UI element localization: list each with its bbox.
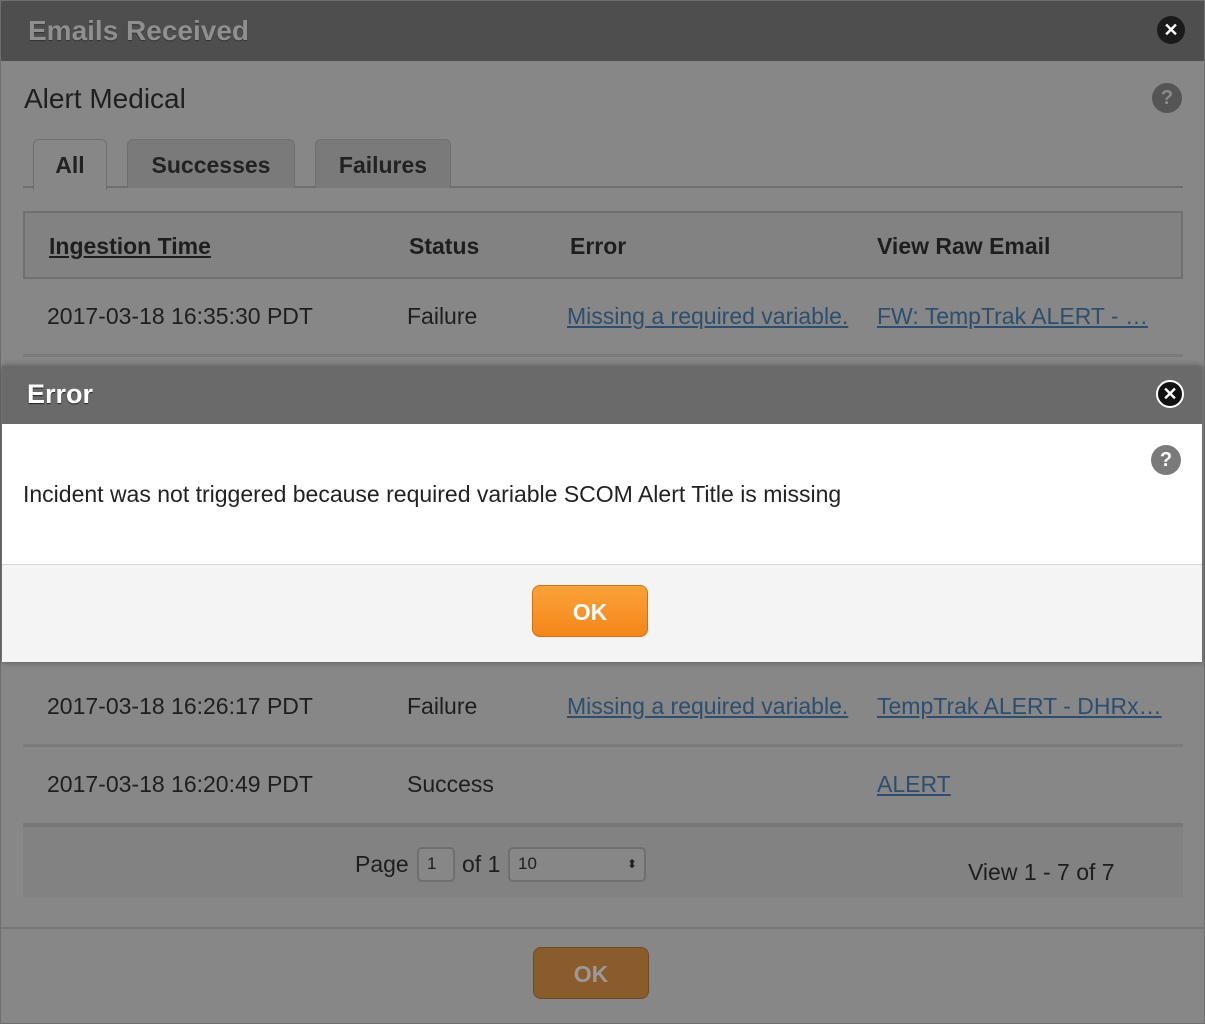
tab-successes[interactable]: Successes (127, 139, 295, 188)
error-dialog: Error ✕ ? Incident was not triggered bec… (2, 366, 1202, 662)
status: Failure (407, 693, 478, 719)
error-dialog-header: Error ✕ (2, 366, 1202, 424)
column-ingestion-time[interactable]: Ingestion Time (49, 233, 211, 260)
column-error: Error (570, 233, 627, 259)
error-dialog-body: ? Incident was not triggered because req… (2, 424, 1202, 565)
view-range: View 1 - 7 of 7 (968, 859, 1115, 885)
table-row: 2017-03-18 16:35:30 PDT Failure Missing … (23, 279, 1183, 357)
table-row: 2017-03-18 16:26:17 PDT Failure Missing … (23, 669, 1183, 747)
column-view-raw-email: View Raw Email (877, 233, 1051, 259)
ok-button[interactable]: OK (532, 585, 648, 637)
error-link[interactable]: Missing a required variable. (567, 303, 848, 330)
ingestion-time: 2017-03-18 16:35:30 PDT (47, 303, 313, 329)
pagination: Page 1 of 1 10 ⬍ View 1 - 7 of 7 (23, 823, 1183, 898)
tab-failures[interactable]: Failures (315, 139, 451, 188)
integration-name: Alert Medical (24, 83, 186, 114)
help-icon[interactable]: ? (1152, 83, 1182, 113)
error-link[interactable]: Missing a required variable. (567, 693, 848, 720)
column-status: Status (409, 233, 480, 259)
error-message: Incident was not triggered because requi… (23, 481, 842, 507)
raw-email-link[interactable]: FW: TempTrak ALERT - … (877, 303, 1148, 330)
table-row: 2017-03-18 16:20:49 PDT Success ALERT (23, 747, 1183, 825)
page-label: Page (355, 851, 409, 877)
page-count: of 1 (462, 851, 501, 877)
tab-bar: All Successes Failures (23, 139, 1183, 190)
dialog-header: Emails Received ✕ (1, 1, 1204, 61)
page-size-value: 10 (518, 854, 537, 873)
page-input[interactable]: 1 (417, 847, 455, 882)
raw-email-link[interactable]: TempTrak ALERT - DHRx… (877, 693, 1162, 720)
close-icon[interactable]: ✕ (1157, 16, 1185, 44)
table-header: Ingestion Time Status Error View Raw Ema… (23, 211, 1183, 279)
status: Failure (407, 303, 478, 329)
help-icon[interactable]: ? (1151, 445, 1181, 475)
close-icon[interactable]: ✕ (1156, 380, 1184, 408)
status: Success (407, 771, 494, 797)
ingestion-time: 2017-03-18 16:26:17 PDT (47, 693, 313, 719)
ingestion-time: 2017-03-18 16:20:49 PDT (47, 771, 313, 797)
ok-button[interactable]: OK (533, 947, 649, 999)
dialog-footer (1, 927, 1205, 929)
error-dialog-title: Error (27, 379, 94, 409)
tab-all[interactable]: All (33, 139, 107, 190)
page-size-select[interactable]: 10 ⬍ (508, 847, 646, 882)
dialog-title: Emails Received (28, 15, 250, 46)
raw-email-link[interactable]: ALERT (877, 771, 951, 798)
select-arrows-icon: ⬍ (626, 857, 637, 871)
